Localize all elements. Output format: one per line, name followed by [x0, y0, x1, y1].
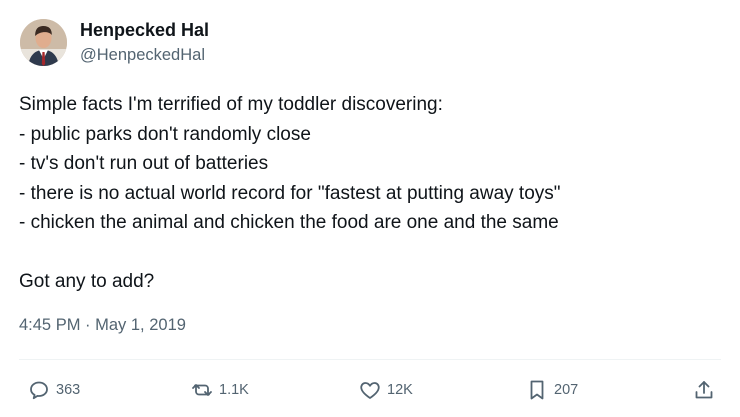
tweet-line: - public parks don't randomly close — [19, 123, 311, 145]
retweet-icon — [192, 384, 212, 396]
display-name[interactable]: Henpecked Hal — [80, 20, 209, 41]
share-icon — [695, 381, 713, 399]
like-button[interactable]: 12K — [358, 375, 413, 405]
tweet-line: - there is no actual world record for "f… — [19, 182, 561, 204]
divider — [19, 359, 721, 360]
profile-photo-icon — [20, 19, 67, 66]
tweet-line: - chicken the animal and chicken the foo… — [19, 212, 559, 233]
tweet-text: Simple facts I'm terrified of my toddler… — [19, 90, 719, 297]
like-icon — [360, 382, 380, 399]
tweet-actions: 363 1.1K 12K 207 — [0, 375, 740, 405]
reply-icon — [30, 381, 48, 400]
bookmark-icon — [530, 380, 544, 400]
avatar[interactable] — [20, 19, 67, 66]
reply-count: 363 — [56, 382, 81, 398]
tweet-timestamp[interactable]: 4:45 PM · May 1, 2019 — [19, 316, 186, 335]
tweet-line: - tv's don't run out of batteries — [19, 153, 269, 174]
tweet-line: Got any to add? — [19, 271, 155, 292]
reply-button[interactable]: 363 — [27, 375, 80, 405]
like-count: 12K — [387, 382, 413, 398]
user-handle[interactable]: @HenpeckedHal — [80, 46, 205, 65]
bookmark-count: 207 — [554, 382, 579, 398]
share-button[interactable] — [692, 375, 716, 405]
retweet-count: 1.1K — [219, 382, 249, 398]
tweet-line: Simple facts I'm terrified of my toddler… — [19, 94, 443, 115]
retweet-button[interactable]: 1.1K — [190, 375, 249, 405]
bookmark-button[interactable]: 207 — [525, 375, 578, 405]
